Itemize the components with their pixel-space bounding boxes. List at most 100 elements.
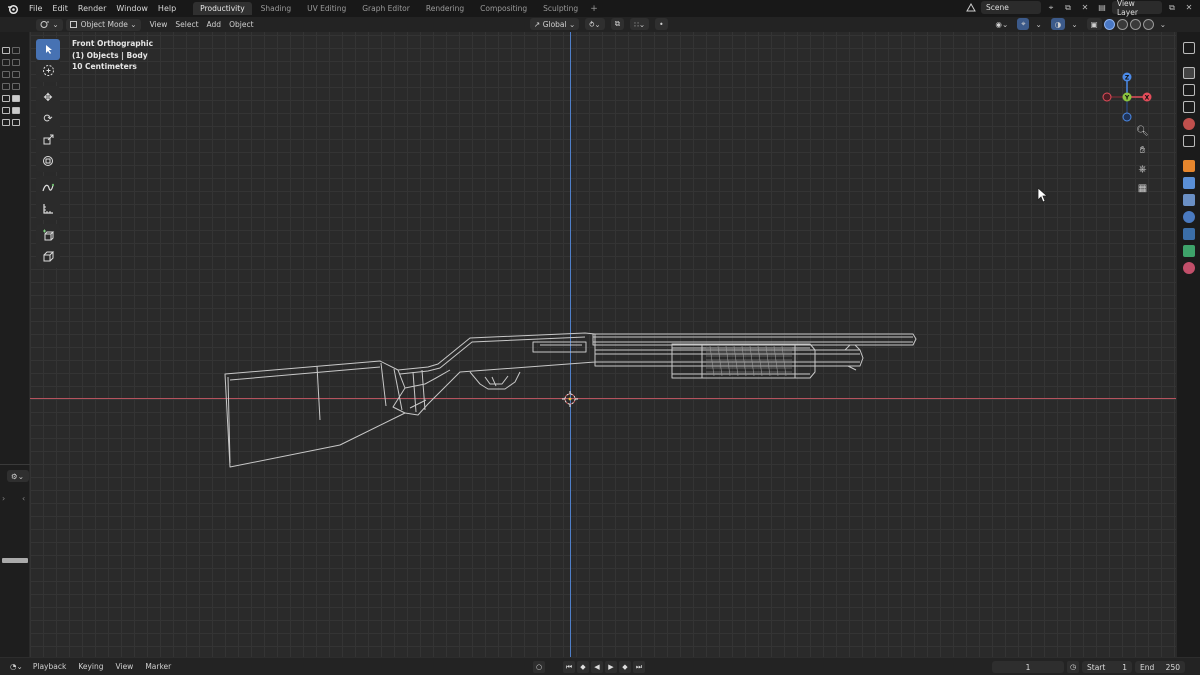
extrude-tool[interactable] <box>36 246 60 267</box>
pan-tool[interactable]: ✋︎ <box>1135 143 1150 158</box>
collapse-right-icon[interactable]: ‹ <box>22 494 25 503</box>
perspective-toggle[interactable]: ▦ <box>1135 181 1150 196</box>
jump-start-button[interactable]: ⏮︎ <box>563 661 575 673</box>
pivot-selector[interactable]: ⥁ ⌄ <box>585 18 605 30</box>
menu-window[interactable]: Window <box>111 4 153 13</box>
pin-icon[interactable]: ⌖ <box>1044 1 1058 14</box>
render-properties-icon[interactable] <box>1182 67 1195 79</box>
outliner-row[interactable] <box>0 104 29 116</box>
menu-file[interactable]: File <box>24 4 47 13</box>
proportional-edit-toggle[interactable]: • <box>655 18 668 30</box>
tab-uv-editing[interactable]: UV Editing <box>300 2 353 15</box>
zoom-tool[interactable]: 🔍︎ <box>1135 124 1150 139</box>
snap-target-selector[interactable]: ∷ ⌄ <box>630 18 650 30</box>
shotgun-wireframe[interactable] <box>30 32 1176 657</box>
tool-properties-icon[interactable] <box>1182 42 1195 54</box>
snap-toggle[interactable]: ⧉ <box>610 18 625 30</box>
transform-tool[interactable] <box>36 150 60 171</box>
secondary-editor-type-button[interactable]: ⚙ ⌄ <box>7 470 29 482</box>
new-scene-icon[interactable]: ⧉ <box>1061 1 1075 14</box>
menu-render[interactable]: Render <box>73 4 111 13</box>
auto-key-toggle[interactable]: ○ <box>533 661 545 673</box>
editor-type-button[interactable]: ⌄ <box>36 18 63 31</box>
tab-compositing[interactable]: Compositing <box>473 2 534 15</box>
play-reverse-button[interactable]: ◀ <box>591 661 603 673</box>
visibility-selector[interactable]: ◉ ⌄ <box>991 18 1012 30</box>
world-properties-icon[interactable] <box>1182 135 1195 147</box>
collapse-left-icon[interactable]: › <box>2 494 5 503</box>
scene-name-field[interactable]: Scene <box>981 1 1041 14</box>
preview-range-toggle[interactable]: ◷ <box>1067 661 1079 673</box>
scale-tool[interactable] <box>36 129 60 150</box>
delete-scene-icon[interactable]: ✕ <box>1078 1 1092 14</box>
gizmo-toggle[interactable]: ⌖ <box>1017 18 1030 30</box>
scene-properties-icon[interactable] <box>1182 118 1195 130</box>
add-cube-tool[interactable] <box>36 225 60 246</box>
view-layer-icon[interactable]: ▤ <box>1095 1 1109 14</box>
jump-keyframe-forward-button[interactable]: ◆ <box>619 661 631 673</box>
constraints-properties-icon[interactable] <box>1182 228 1195 240</box>
start-frame-field[interactable]: Start 1 <box>1082 661 1132 673</box>
menu-marker[interactable]: Marker <box>139 662 177 671</box>
move-tool[interactable]: ✥ <box>36 87 60 108</box>
overlays-toggle[interactable]: ◑ <box>1050 18 1066 30</box>
cursor-tool[interactable] <box>36 60 60 81</box>
particles-properties-icon[interactable] <box>1182 194 1195 206</box>
select-box-tool[interactable] <box>36 39 60 60</box>
outliner-row[interactable] <box>0 68 29 80</box>
navigation-gizmo[interactable]: Z X Y <box>1102 72 1152 122</box>
output-properties-icon[interactable] <box>1182 84 1195 96</box>
tab-rendering[interactable]: Rendering <box>419 2 471 15</box>
physics-properties-icon[interactable] <box>1182 211 1195 223</box>
tab-productivity[interactable]: Productivity <box>193 2 252 15</box>
view-layer-properties-icon[interactable] <box>1182 101 1195 113</box>
menu-edit[interactable]: Edit <box>47 4 73 13</box>
view-layer-field[interactable]: View Layer <box>1112 0 1162 17</box>
measure-tool[interactable] <box>36 198 60 219</box>
rendered-shading-button[interactable] <box>1142 18 1154 30</box>
current-frame-field[interactable]: 1 <box>992 661 1064 673</box>
material-shading-button[interactable] <box>1129 18 1141 30</box>
menu-playback[interactable]: Playback <box>27 662 72 671</box>
outliner-row[interactable] <box>0 92 29 104</box>
xray-toggle[interactable]: ▣ <box>1086 18 1102 30</box>
tab-shading[interactable]: Shading <box>254 2 298 15</box>
new-view-layer-icon[interactable]: ⧉ <box>1165 1 1179 14</box>
blender-logo-icon[interactable] <box>6 2 20 16</box>
orientation-selector[interactable]: ↗ Global ⌄ <box>530 18 580 30</box>
3d-viewport[interactable]: Front Orthographic (1) Objects | Body 10… <box>30 32 1176 657</box>
menu-timeline-view[interactable]: View <box>110 662 140 671</box>
annotate-tool[interactable] <box>36 177 60 198</box>
jump-keyframe-back-button[interactable]: ◆ <box>577 661 589 673</box>
end-frame-field[interactable]: End 250 <box>1135 661 1185 673</box>
play-button[interactable]: ▶ <box>605 661 617 673</box>
menu-add[interactable]: Add <box>203 19 226 31</box>
wireframe-shading-button[interactable] <box>1103 18 1115 30</box>
outliner-row[interactable] <box>0 44 29 56</box>
rotate-tool[interactable]: ⟳ <box>36 108 60 129</box>
outliner-row[interactable] <box>0 116 29 128</box>
menu-object[interactable]: Object <box>225 19 257 31</box>
shading-options[interactable]: ⌄ <box>1156 18 1170 30</box>
delete-view-layer-icon[interactable]: ✕ <box>1182 1 1196 14</box>
modifier-properties-icon[interactable] <box>1182 177 1195 189</box>
menu-help[interactable]: Help <box>153 4 181 13</box>
camera-view-toggle[interactable]: ⎈ <box>1135 162 1150 177</box>
menu-select[interactable]: Select <box>171 19 202 31</box>
object-properties-icon[interactable] <box>1182 160 1195 172</box>
add-workspace-button[interactable]: + <box>585 4 603 14</box>
tab-graph-editor[interactable]: Graph Editor <box>355 2 417 15</box>
jump-end-button[interactable]: ⏭︎ <box>633 661 645 673</box>
menu-keying[interactable]: Keying <box>72 662 109 671</box>
outliner-row[interactable] <box>0 56 29 68</box>
timeline-editor-type-button[interactable]: ◔ ⌄ <box>6 661 27 673</box>
scene-icon[interactable] <box>964 1 978 14</box>
outliner-row[interactable] <box>0 80 29 92</box>
material-properties-icon[interactable] <box>1182 262 1195 274</box>
gizmo-options[interactable]: ⌄ <box>1031 18 1045 30</box>
overlays-options[interactable]: ⌄ <box>1067 18 1081 30</box>
tab-sculpting[interactable]: Sculpting <box>536 2 585 15</box>
solid-shading-button[interactable] <box>1116 18 1128 30</box>
mode-selector[interactable]: Object Mode ⌄ <box>65 18 141 31</box>
menu-view[interactable]: View <box>146 19 172 31</box>
